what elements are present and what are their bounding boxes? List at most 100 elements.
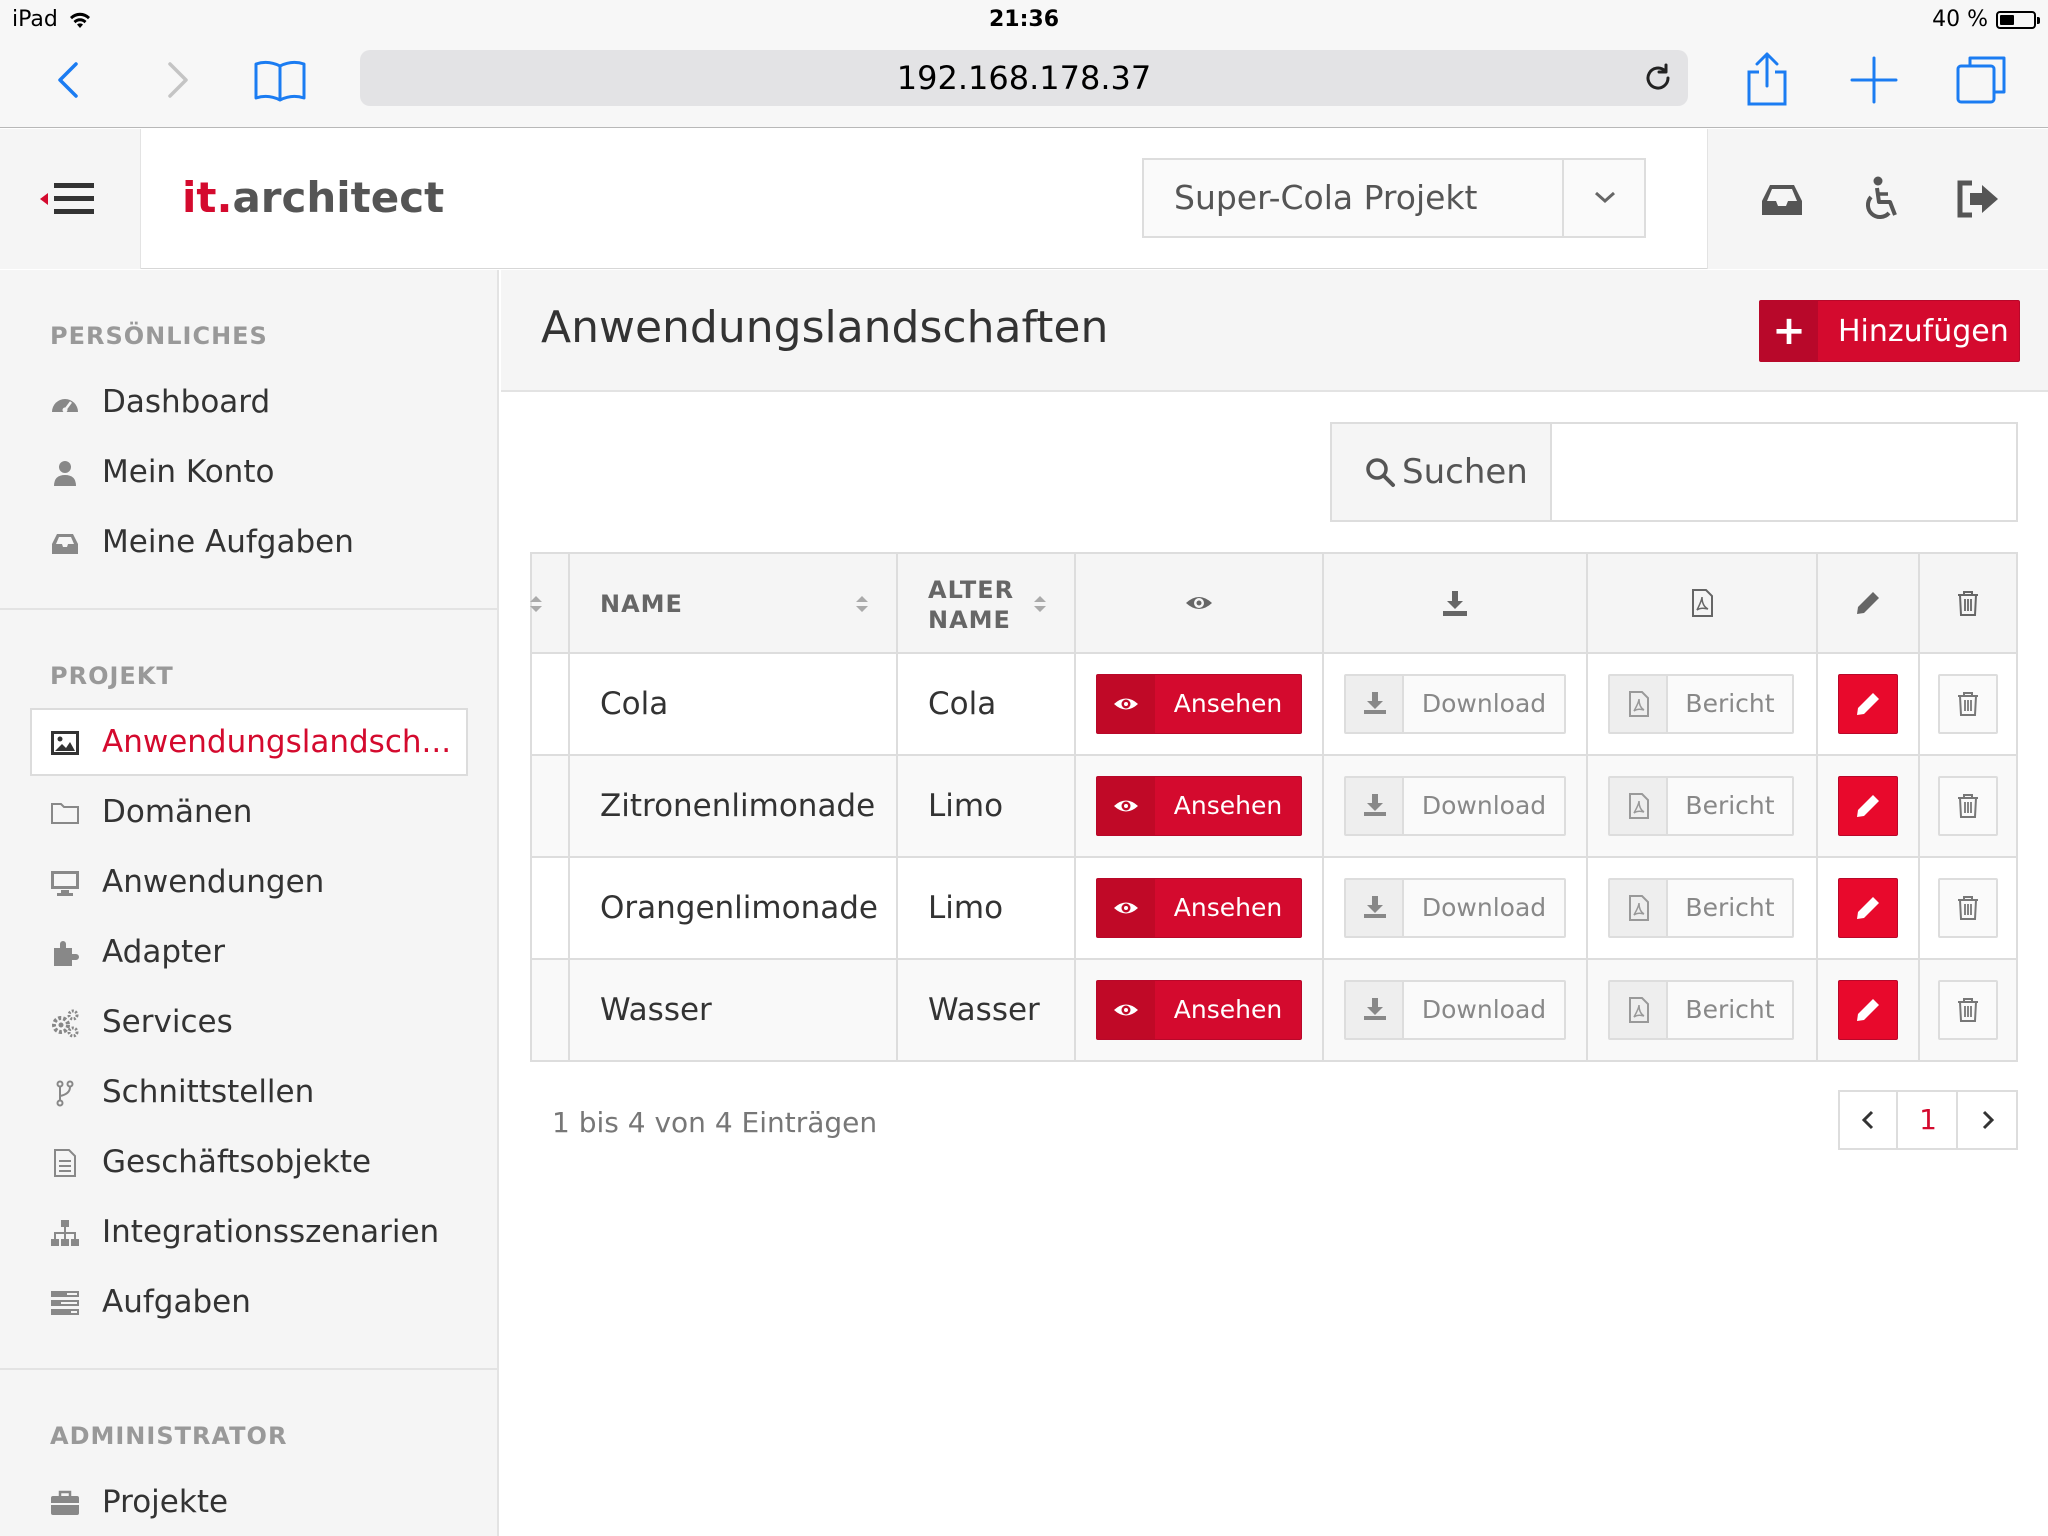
- edit-cell: [1818, 654, 1920, 754]
- pdf-icon: [1692, 589, 1713, 617]
- view-button-icon: [1097, 879, 1155, 937]
- edit-button[interactable]: [1838, 878, 1898, 938]
- sort-icon[interactable]: [854, 592, 870, 616]
- project-select[interactable]: Super-Cola Projekt: [1142, 158, 1646, 238]
- edit-button[interactable]: [1838, 776, 1898, 836]
- search-label: Suchen: [1402, 452, 1528, 492]
- sidebar-item-anwendungslandschaften[interactable]: Anwendungslandsch...: [30, 708, 468, 776]
- new-tab-icon[interactable]: [1844, 50, 1904, 110]
- menu-toggle-button[interactable]: [0, 129, 141, 269]
- pdf-icon: [1629, 997, 1649, 1023]
- share-icon[interactable]: [1737, 50, 1797, 110]
- plus-icon: +: [1760, 301, 1818, 361]
- sidebar-item-label: Adapter: [102, 934, 225, 970]
- row-name: Zitronenlimonade: [600, 788, 876, 824]
- view-button[interactable]: Ansehen: [1096, 980, 1302, 1040]
- download-button[interactable]: Download: [1344, 878, 1566, 938]
- header-cell-name[interactable]: NAME: [570, 554, 898, 652]
- view-cell: Ansehen: [1076, 960, 1324, 1060]
- tabs-icon[interactable]: [1952, 50, 2012, 110]
- document-icon: [54, 1149, 76, 1177]
- header-cell-alt-name[interactable]: ALTER NAME: [898, 554, 1076, 652]
- download-button-icon: [1346, 880, 1404, 936]
- inbox-icon[interactable]: [1758, 175, 1806, 223]
- download-icon: [1364, 692, 1386, 714]
- battery-percent: 40 %: [1932, 7, 1988, 32]
- download-cell: Download: [1324, 756, 1588, 856]
- sidebar-item-geschaeftsobjekte[interactable]: Geschäftsobjekte: [30, 1128, 468, 1196]
- view-button-label: Ansehen: [1173, 689, 1283, 718]
- view-button[interactable]: Ansehen: [1096, 674, 1302, 734]
- report-button[interactable]: Bericht: [1608, 878, 1794, 938]
- download-button[interactable]: Download: [1344, 674, 1566, 734]
- delete-button[interactable]: [1938, 878, 1998, 938]
- sidebar-item-label: Domänen: [102, 794, 253, 830]
- bookmarks-icon[interactable]: [250, 50, 310, 110]
- report-button[interactable]: Bericht: [1608, 674, 1794, 734]
- sidebar-item-adapter[interactable]: Adapter: [30, 918, 468, 986]
- report-cell: Bericht: [1588, 858, 1818, 958]
- delete-button[interactable]: [1938, 776, 1998, 836]
- address-bar[interactable]: 192.168.178.37: [360, 50, 1688, 106]
- report-button[interactable]: Bericht: [1608, 776, 1794, 836]
- report-button-label: Bericht: [1685, 791, 1775, 820]
- sidebar-item-projekte[interactable]: Projekte: [30, 1468, 468, 1536]
- logout-icon[interactable]: [1954, 175, 2002, 223]
- view-button-label: Ansehen: [1173, 995, 1283, 1024]
- sidebar-item-aufgaben[interactable]: Aufgaben: [30, 1268, 468, 1336]
- header-actions: [1707, 129, 2048, 269]
- header-cell-select[interactable]: [530, 554, 570, 652]
- view-button[interactable]: Ansehen: [1096, 776, 1302, 836]
- row-name: Wasser: [600, 992, 712, 1028]
- sidebar-item-integrationsszenarien[interactable]: Integrationsszenarien: [30, 1198, 468, 1266]
- pdf-icon: [1629, 691, 1649, 717]
- sidebar-item-schnittstellen[interactable]: Schnittstellen: [30, 1058, 468, 1126]
- add-button[interactable]: + Hinzufügen: [1759, 300, 2020, 362]
- sidebar-item-dashboard[interactable]: Dashboard: [30, 368, 468, 436]
- project-select-caret[interactable]: [1562, 160, 1644, 236]
- row-alt-name: Limo: [928, 890, 1004, 926]
- download-button[interactable]: Download: [1344, 776, 1566, 836]
- browser-toolbar: 192.168.178.37: [0, 40, 2048, 128]
- brand-prefix: it.: [182, 173, 233, 222]
- download-button[interactable]: Download: [1344, 980, 1566, 1040]
- search-input[interactable]: [1554, 424, 2016, 520]
- view-button-icon: [1097, 777, 1155, 835]
- edit-button[interactable]: [1838, 674, 1898, 734]
- edit-button[interactable]: [1838, 980, 1898, 1040]
- delete-button[interactable]: [1938, 980, 1998, 1040]
- back-icon[interactable]: [40, 50, 100, 110]
- view-button[interactable]: Ansehen: [1096, 878, 1302, 938]
- pagination-prev[interactable]: [1840, 1092, 1898, 1148]
- sidebar-item-mein-konto[interactable]: Mein Konto: [30, 438, 468, 506]
- trash-icon: [1958, 692, 1978, 716]
- delete-button[interactable]: [1938, 674, 1998, 734]
- report-button[interactable]: Bericht: [1608, 980, 1794, 1040]
- pagination-page-1[interactable]: 1: [1900, 1092, 1958, 1148]
- sidebar-item-label: Services: [102, 1004, 233, 1040]
- battery-level: [2000, 14, 2014, 25]
- sidebar-item-meine-aufgaben[interactable]: Meine Aufgaben: [30, 508, 468, 576]
- sidebar-item-services[interactable]: Services: [30, 988, 468, 1056]
- sidebar-divider: [0, 1368, 497, 1370]
- download-button-label: Download: [1421, 893, 1547, 922]
- trash-icon: [1958, 896, 1978, 920]
- pagination-next[interactable]: [1960, 1092, 2018, 1148]
- download-icon: [1443, 591, 1467, 616]
- view-button-icon: [1097, 675, 1155, 733]
- sidebar-item-label: Anwendungslandsch...: [102, 724, 452, 760]
- reload-icon[interactable]: [1642, 62, 1674, 94]
- forward-icon[interactable]: [146, 50, 206, 110]
- brand-logo[interactable]: it.architect: [182, 173, 444, 222]
- sort-icon[interactable]: [1032, 592, 1048, 616]
- row-select-cell: [532, 858, 570, 958]
- sidebar-item-anwendungen[interactable]: Anwendungen: [30, 848, 468, 916]
- chevron-down-icon: [1595, 191, 1615, 204]
- sidebar-item-label: Meine Aufgaben: [102, 524, 354, 560]
- row-name: Cola: [600, 686, 669, 722]
- wheelchair-icon[interactable]: [1856, 175, 1904, 223]
- pdf-icon: [1629, 793, 1649, 819]
- report-button-label: Bericht: [1685, 893, 1775, 922]
- gears-icon: [52, 1009, 79, 1038]
- sidebar-item-domaenen[interactable]: Domänen: [30, 778, 468, 846]
